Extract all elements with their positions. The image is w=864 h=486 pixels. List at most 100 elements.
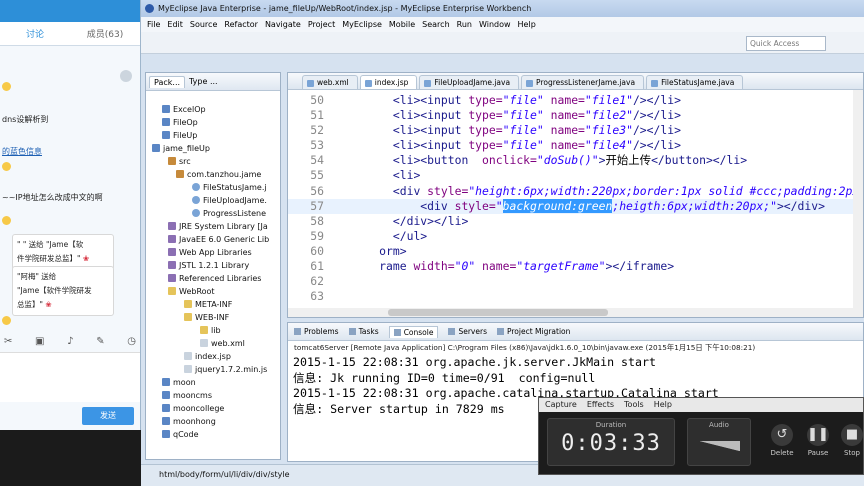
tree-item[interactable]: JSTL 1.2.1 Library — [146, 259, 280, 272]
window-title: MyEclipse Java Enterprise - jame_fileUp/… — [158, 4, 532, 13]
tree-item[interactable]: FileUploadJame. — [146, 194, 280, 207]
code-line: 58 </div></li> — [288, 214, 863, 229]
java-icon — [192, 183, 200, 191]
tab-problems[interactable]: Problems — [294, 327, 339, 336]
tab-progresslistener-java[interactable]: ProgressListenerJame.java — [521, 75, 645, 89]
tree-item-label: jame_fileUp — [163, 144, 210, 153]
tree-item[interactable]: index.jsp — [146, 350, 280, 363]
title-bar: MyEclipse Java Enterprise - jame_fileUp/… — [141, 0, 864, 17]
tab-tasks[interactable]: Tasks — [349, 327, 379, 336]
tree-item[interactable]: META-INF — [146, 298, 280, 311]
chat-link[interactable]: 的蓝色信息 — [2, 146, 42, 157]
tree-item[interactable]: jame_fileUp — [146, 142, 280, 155]
stop-icon: ■ — [841, 424, 863, 446]
image-icon[interactable]: ▣ — [35, 336, 44, 350]
code-line: 50 <li><input type="file" name="file1"/>… — [288, 93, 863, 108]
menu-help[interactable]: Help — [654, 398, 672, 412]
tree-item[interactable]: web.xml — [146, 337, 280, 350]
tab-fileupload-java[interactable]: FileUploadJame.java — [419, 75, 520, 89]
tab-discuss[interactable]: 讨论 — [0, 27, 70, 40]
mic-icon[interactable]: ♪ — [67, 336, 73, 350]
tree-item[interactable]: mooncms — [146, 389, 280, 402]
tab-console[interactable]: Console — [388, 325, 439, 338]
menu-source[interactable]: Source — [190, 20, 217, 29]
tree-item[interactable]: WebRoot — [146, 285, 280, 298]
tab-filestatus-java[interactable]: FileStatusJame.java — [646, 75, 744, 89]
menu-project[interactable]: Project — [308, 20, 335, 29]
scroll-top-icon[interactable] — [120, 70, 132, 82]
code-text: <li><input type="file" name="file1"/></l… — [392, 93, 681, 107]
tree-item[interactable]: Referenced Libraries — [146, 272, 280, 285]
pause-icon: ❚❚ — [807, 424, 829, 446]
history-icon[interactable]: ◷ — [127, 336, 136, 350]
pause-button[interactable]: ❚❚ Pause — [803, 424, 833, 457]
tree-item[interactable]: com.tanzhou.jame — [146, 168, 280, 181]
chat-input[interactable] — [0, 352, 140, 402]
menu-navigate[interactable]: Navigate — [265, 20, 301, 29]
tree-item[interactable]: FileStatusJame.j — [146, 181, 280, 194]
tree-item-label: mooncollege — [173, 404, 225, 413]
menu-run[interactable]: Run — [457, 20, 472, 29]
audio-level: Audio — [687, 418, 751, 466]
tab-index-jsp[interactable]: index.jsp — [359, 75, 418, 89]
menu-file[interactable]: File — [147, 20, 160, 29]
tree-item[interactable]: ProgressListene — [146, 207, 280, 220]
tree-item[interactable]: mooncollege — [146, 402, 280, 415]
audio-meter[interactable] — [700, 441, 740, 451]
tab-type-hierarchy[interactable]: Type ... — [189, 77, 218, 86]
lib-icon — [168, 274, 176, 282]
line-number: 62 — [310, 274, 324, 289]
menu-myeclipse[interactable]: MyEclipse — [342, 20, 382, 29]
tree-item[interactable]: FileOp — [146, 116, 280, 129]
tree-item[interactable]: FileUp — [146, 129, 280, 142]
send-button[interactable]: 发送 — [82, 407, 134, 425]
tree-item[interactable]: JRE System Library [Ja — [146, 220, 280, 233]
tree-item[interactable]: moonhong — [146, 415, 280, 428]
scissors-icon[interactable]: ✂ — [4, 336, 12, 350]
tree-item[interactable]: lib — [146, 324, 280, 337]
code-area[interactable]: 50 <li><input type="file" name="file1"/>… — [288, 93, 863, 304]
line-number: 55 — [310, 168, 324, 183]
tab-package-explorer[interactable]: Pack... — [149, 75, 186, 88]
code-line: 61 rame width="0" name="targetFrame"></i… — [288, 259, 863, 274]
delete-button[interactable]: ↺ Delete — [767, 424, 797, 457]
menu-capture[interactable]: Capture — [545, 398, 577, 412]
code-line: 51 <li><input type="file" name="file2"/>… — [288, 108, 863, 123]
stop-button[interactable]: ■ Stop — [837, 424, 864, 457]
menu-help[interactable]: Help — [518, 20, 536, 29]
tab-project-migration[interactable]: Project Migration — [497, 327, 570, 336]
menu-search[interactable]: Search — [422, 20, 449, 29]
horizontal-scrollbar[interactable] — [288, 308, 855, 317]
gift-text: 件学院研发总监】" — [17, 254, 81, 263]
tree-item-label: lib — [211, 326, 221, 335]
menu-window[interactable]: Window — [479, 20, 511, 29]
quick-access-input[interactable]: Quick Access — [746, 36, 826, 51]
tree-item[interactable]: WEB-INF — [146, 311, 280, 324]
tree-item[interactable]: src — [146, 155, 280, 168]
tree-item[interactable]: moon — [146, 376, 280, 389]
menu-mobile[interactable]: Mobile — [389, 20, 415, 29]
tree-item[interactable]: JavaEE 6.0 Generic Lib — [146, 233, 280, 246]
menu-tools[interactable]: Tools — [624, 398, 644, 412]
tab-members[interactable]: 成员(63) — [70, 27, 140, 40]
tree-item[interactable]: qCode — [146, 428, 280, 441]
menu-edit[interactable]: Edit — [167, 20, 183, 29]
tree-item-label: jquery1.7.2.min.js — [195, 365, 268, 374]
gift-message: " " 送给 "Jame【软 件学院研发总监】" ❀ — [12, 234, 114, 270]
rose-icon: ❀ — [45, 300, 52, 309]
tree-item[interactable]: ExcelOp — [146, 103, 280, 116]
project-tree: ExcelOp FileOp FileUp jame_fileUpsrc com.tan… — [146, 91, 280, 441]
edit-icon[interactable]: ✎ — [96, 336, 104, 350]
scroll-thumb[interactable] — [388, 309, 608, 316]
delete-label: Delete — [770, 449, 794, 457]
line-number: 63 — [310, 289, 324, 304]
tree-item[interactable]: jquery1.7.2.min.js — [146, 363, 280, 376]
tree-item-label: FileUp — [173, 131, 198, 140]
line-number: 51 — [310, 108, 324, 123]
tree-item[interactable]: Web App Libraries — [146, 246, 280, 259]
menu-effects[interactable]: Effects — [587, 398, 614, 412]
vertical-scrollbar[interactable] — [853, 90, 863, 317]
menu-refactor[interactable]: Refactor — [224, 20, 258, 29]
tab-servers[interactable]: Servers — [448, 327, 487, 336]
tab-web-xml[interactable]: web.xml — [302, 75, 358, 89]
